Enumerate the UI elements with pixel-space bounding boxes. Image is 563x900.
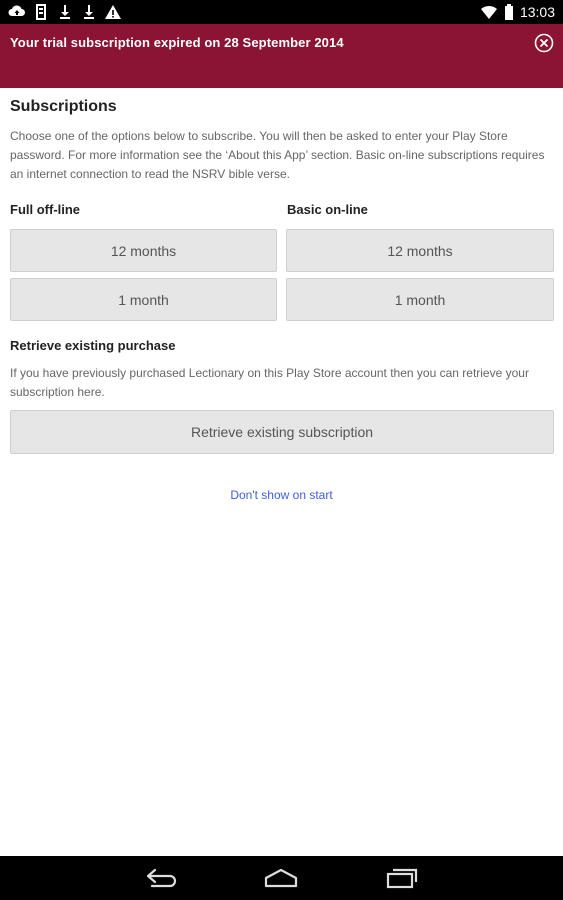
retrieve-description: If you have previously purchased Lection… [10,366,529,399]
full-offline-12-months-button[interactable]: 12 months [10,229,277,272]
navigation-bar [0,856,563,900]
basic-online-12-months-button[interactable]: 12 months [286,229,554,272]
page-title: Subscriptions [10,98,117,115]
banner-message: Your trial subscription expired on 28 Se… [10,35,344,50]
warning-icon [104,3,122,21]
back-icon[interactable] [144,866,180,890]
basic-online-1-month-button[interactable]: 1 month [286,278,554,321]
wifi-icon [480,3,498,21]
basic-online-title: Basic on-line [287,202,368,217]
download-icon [56,3,74,21]
system-icons: 13:03 [480,2,555,22]
recent-apps-icon[interactable] [384,866,420,890]
sd-card-icon [32,3,50,21]
close-circle-icon[interactable] [534,33,554,53]
retrieve-title: Retrieve existing purchase [10,338,176,353]
battery-icon [504,3,514,21]
home-icon[interactable] [263,866,299,890]
cloud-upload-icon [8,3,26,21]
notification-icons [8,3,122,21]
download-icon [80,3,98,21]
status-bar: 13:03 [0,0,563,24]
trial-expired-banner: Your trial subscription expired on 28 Se… [0,24,563,88]
full-offline-title: Full off-line [10,202,81,217]
status-time: 13:03 [519,4,555,20]
dont-show-on-start-link[interactable]: Don't show on start [0,488,563,502]
full-offline-1-month-button[interactable]: 1 month [10,278,277,321]
subscriptions-description: Choose one of the options below to subsc… [10,129,545,181]
retrieve-subscription-button[interactable]: Retrieve existing subscription [10,410,554,454]
